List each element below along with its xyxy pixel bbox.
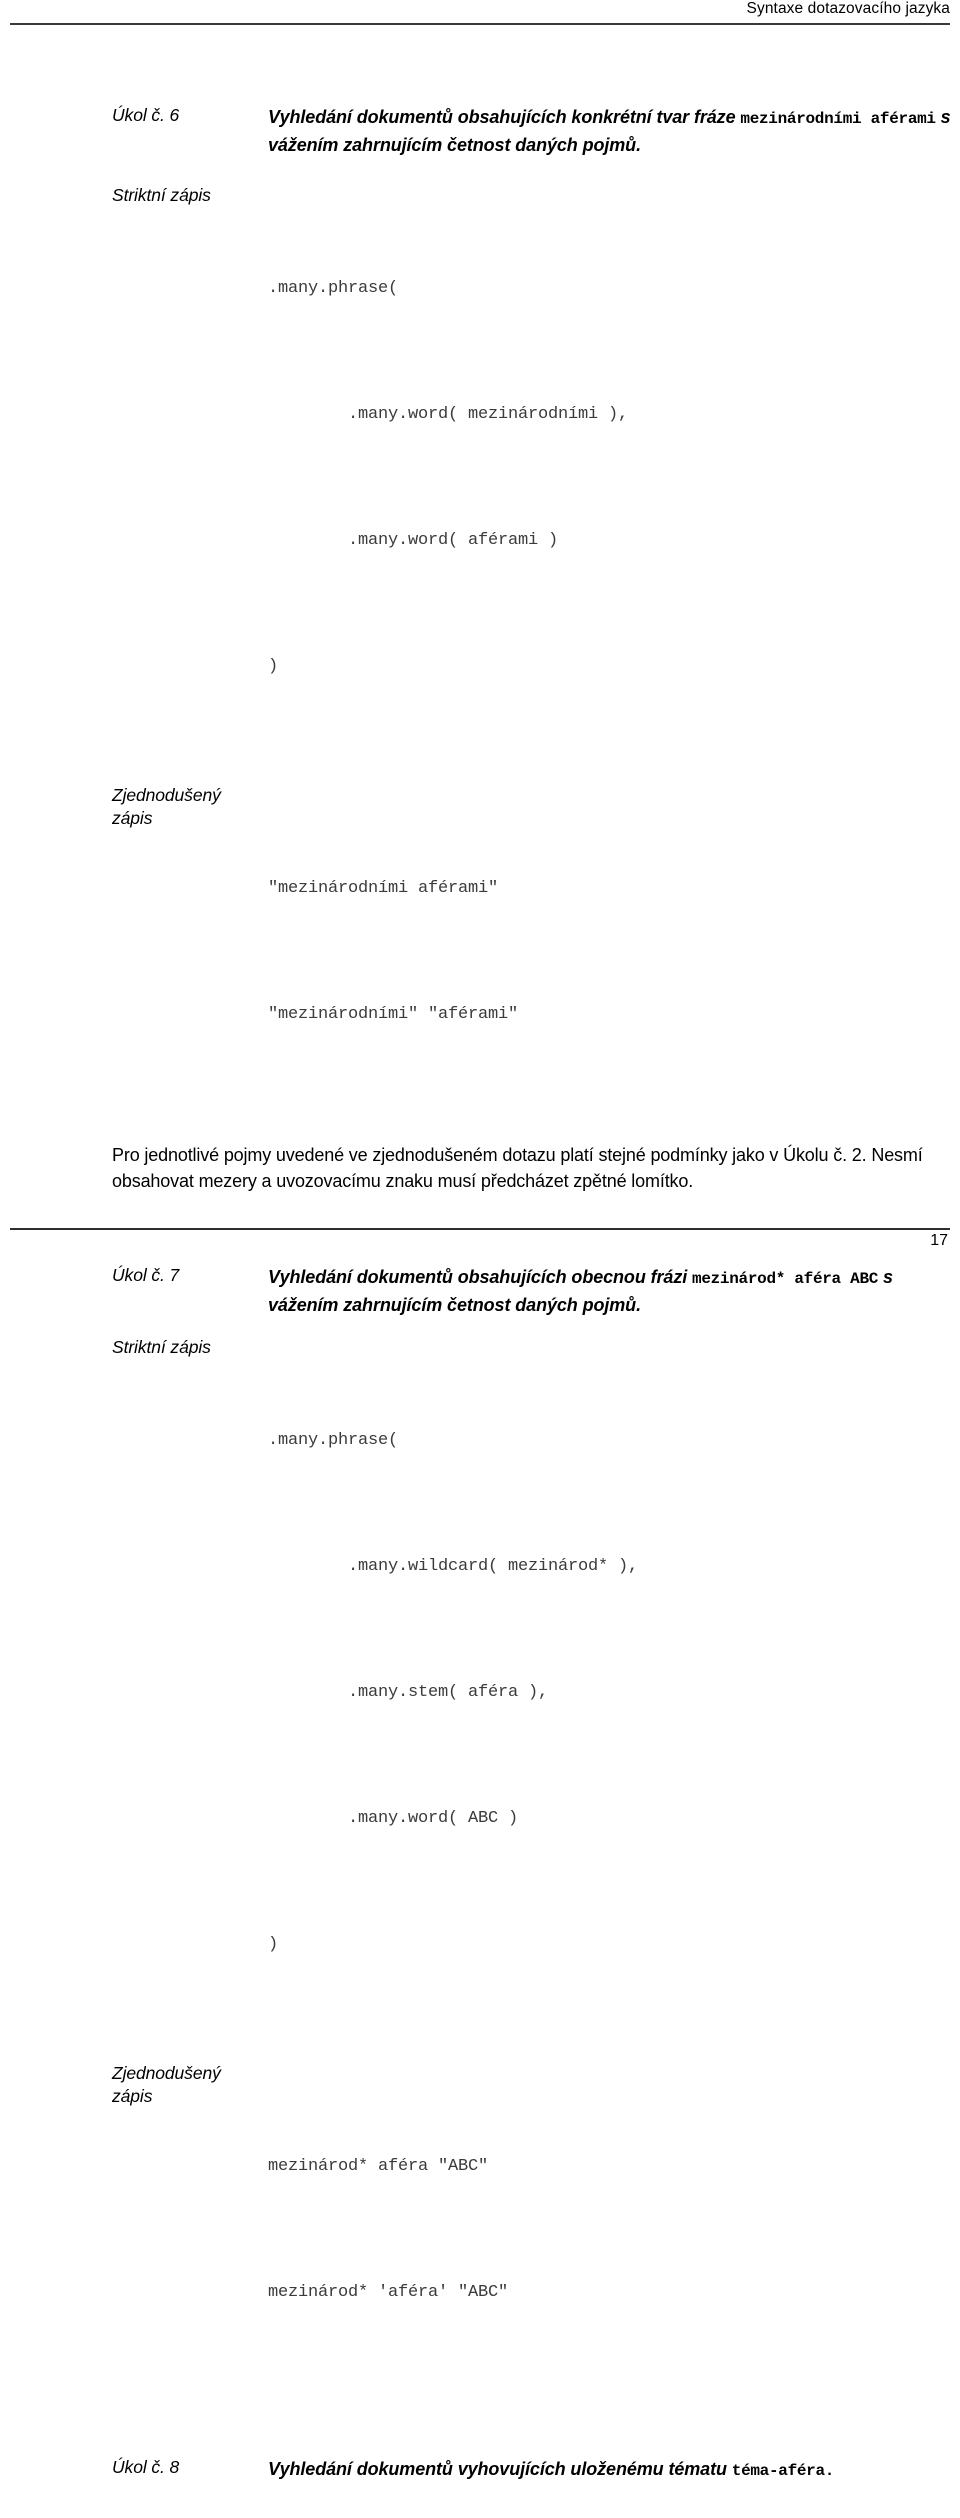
task-8-heading-query: téma-aféra.: [731, 2462, 835, 2480]
task-6-note: Pro jednotlivé pojmy uvedené ve zjednodu…: [112, 1145, 923, 1191]
task-6-strict-row: Striktní zápis .many.phrase( .many.word(…: [112, 184, 952, 772]
page-content: Úkol č. 6 Vyhledání dokumentů obsahující…: [112, 104, 952, 2518]
page-number: 17: [930, 1232, 948, 1249]
task-7-simplified-label: Zjednodušený zápis: [112, 2062, 268, 2108]
task-7-heading-part1: Vyhledání dokumentů obsahujících obecnou…: [268, 1267, 693, 1287]
task-7-heading-query: mezinárod* aféra ABC: [692, 1270, 879, 1288]
header-divider: [10, 23, 950, 25]
code-line: .many.phrase(: [268, 1431, 399, 1450]
task-7-simplified-label-line1: Zjednodušený: [112, 2063, 221, 2083]
task-7-heading-row: Úkol č. 7 Vyhledání dokumentů obsahující…: [112, 1264, 952, 1318]
task-6-simplified-label-line2: zápis: [112, 808, 153, 828]
footer-divider: [10, 1228, 950, 1230]
task-7-strict-label: Striktní zápis: [112, 1337, 211, 1357]
task-6-heading: Vyhledání dokumentů obsahujících konkrét…: [268, 104, 952, 158]
task-8-heading-row: Úkol č. 8 Vyhledání dokumentů vyhovující…: [112, 2456, 952, 2484]
task-7-simplified-code: mezinárod* aféra "ABC" mezinárod* 'aféra…: [268, 2062, 952, 2398]
task-6-heading-query: mezinárodními aférami: [740, 110, 936, 128]
task-6-simplified-row: Zjednodušený zápis "mezinárodními aféram…: [112, 784, 952, 1120]
code-line: .many.word( aférami ): [268, 531, 559, 550]
task-6-simplified-code: "mezinárodními aférami" "mezinárodními" …: [268, 784, 952, 1120]
code-line: "mezinárodními aférami": [268, 879, 499, 898]
task-8-number: Úkol č. 8: [112, 2457, 180, 2477]
task-7-strict-code: .many.phrase( .many.wildcard( mezinárod*…: [268, 1336, 952, 2050]
code-line: .many.word( ABC ): [268, 1809, 519, 1828]
task-8-strict-row: Striktní zápis .topic( téma-aféra ): [112, 2514, 952, 2518]
page-header: Syntaxe dotazovacího jazyka: [10, 0, 950, 26]
task-7-heading: Vyhledání dokumentů obsahujících obecnou…: [268, 1264, 952, 1318]
task-7-simplified-label-line2: zápis: [112, 2086, 153, 2106]
code-line: .many.phrase(: [268, 279, 399, 298]
task-6-strict-label: Striktní zápis: [112, 185, 211, 205]
task-8-strict-code: .topic( téma-aféra ): [268, 2514, 952, 2518]
code-line: "mezinárodními" "aférami": [268, 1005, 519, 1024]
code-line: ): [268, 657, 279, 676]
code-line: mezinárod* 'aféra' "ABC": [268, 2283, 509, 2302]
code-line: ): [268, 1935, 279, 1954]
code-line: mezinárod* aféra "ABC": [268, 2157, 489, 2176]
task-6-heading-part1: Vyhledání dokumentů obsahujících konkrét…: [268, 107, 741, 127]
task-8-heading-part1: Vyhledání dokumentů vyhovujících uložené…: [268, 2459, 732, 2479]
task-6-heading-row: Úkol č. 6 Vyhledání dokumentů obsahující…: [112, 104, 952, 158]
task-6-number: Úkol č. 6: [112, 105, 180, 125]
document-page: Syntaxe dotazovacího jazyka Úkol č. 6 Vy…: [0, 0, 960, 2518]
task-7-strict-row: Striktní zápis .many.phrase( .many.wildc…: [112, 1336, 952, 2050]
task-8-heading: Vyhledání dokumentů vyhovujících uložené…: [268, 2456, 952, 2484]
code-line: .many.stem( aféra ),: [268, 1683, 549, 1702]
task-6-simplified-label: Zjednodušený zápis: [112, 784, 268, 830]
code-line: .many.word( mezinárodními ),: [268, 405, 629, 424]
code-line: .many.wildcard( mezinárod* ),: [268, 1557, 639, 1576]
task-7-number: Úkol č. 7: [112, 1265, 180, 1285]
task-7-simplified-row: Zjednodušený zápis mezinárod* aféra "ABC…: [112, 2062, 952, 2398]
task-6-strict-code: .many.phrase( .many.word( mezinárodními …: [268, 184, 952, 772]
header-title: Syntaxe dotazovacího jazyka: [746, 0, 950, 17]
task-6-simplified-label-line1: Zjednodušený: [112, 785, 221, 805]
task-8-strict-label: Striktní zápis: [112, 2514, 268, 2518]
